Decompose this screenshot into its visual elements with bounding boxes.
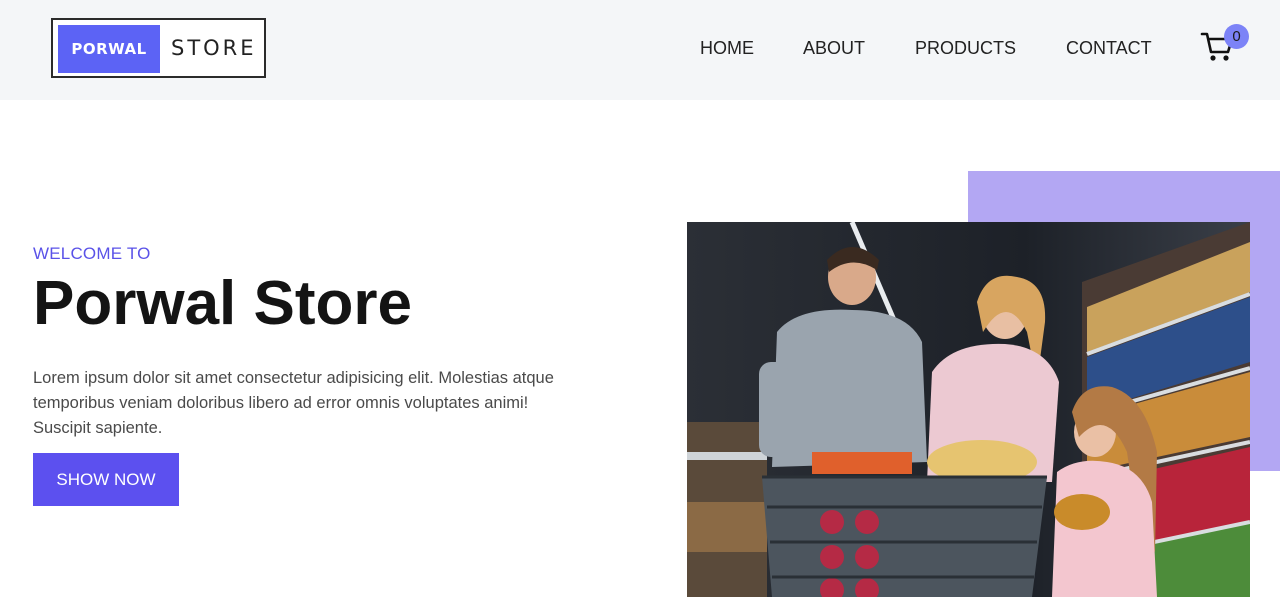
nav-home-link[interactable]: HOME bbox=[700, 38, 754, 59]
logo-wordmark: STORE bbox=[171, 36, 257, 60]
site-header: PORWAL STORE HOME ABOUT PRODUCTS CONTACT… bbox=[0, 0, 1280, 100]
cart-button[interactable]: 0 bbox=[1200, 24, 1249, 68]
nav-products-link[interactable]: PRODUCTS bbox=[915, 38, 1016, 59]
hero-eyebrow: WELCOME TO bbox=[33, 244, 151, 263]
hero-text: WELCOME TO Porwal Store Lorem ipsum dolo… bbox=[33, 244, 593, 441]
nav-contact-link[interactable]: CONTACT bbox=[1066, 38, 1152, 59]
hero-title: Porwal Store bbox=[33, 269, 412, 338]
store-logo[interactable]: PORWAL STORE bbox=[51, 18, 266, 78]
show-now-button[interactable]: SHOW NOW bbox=[33, 453, 179, 506]
cart-count-badge: 0 bbox=[1224, 24, 1249, 49]
hero-image bbox=[687, 222, 1250, 597]
hero-description: Lorem ipsum dolor sit amet consectetur a… bbox=[33, 369, 554, 437]
nav-about-link[interactable]: ABOUT bbox=[803, 38, 865, 59]
logo-mark: PORWAL bbox=[58, 25, 160, 73]
